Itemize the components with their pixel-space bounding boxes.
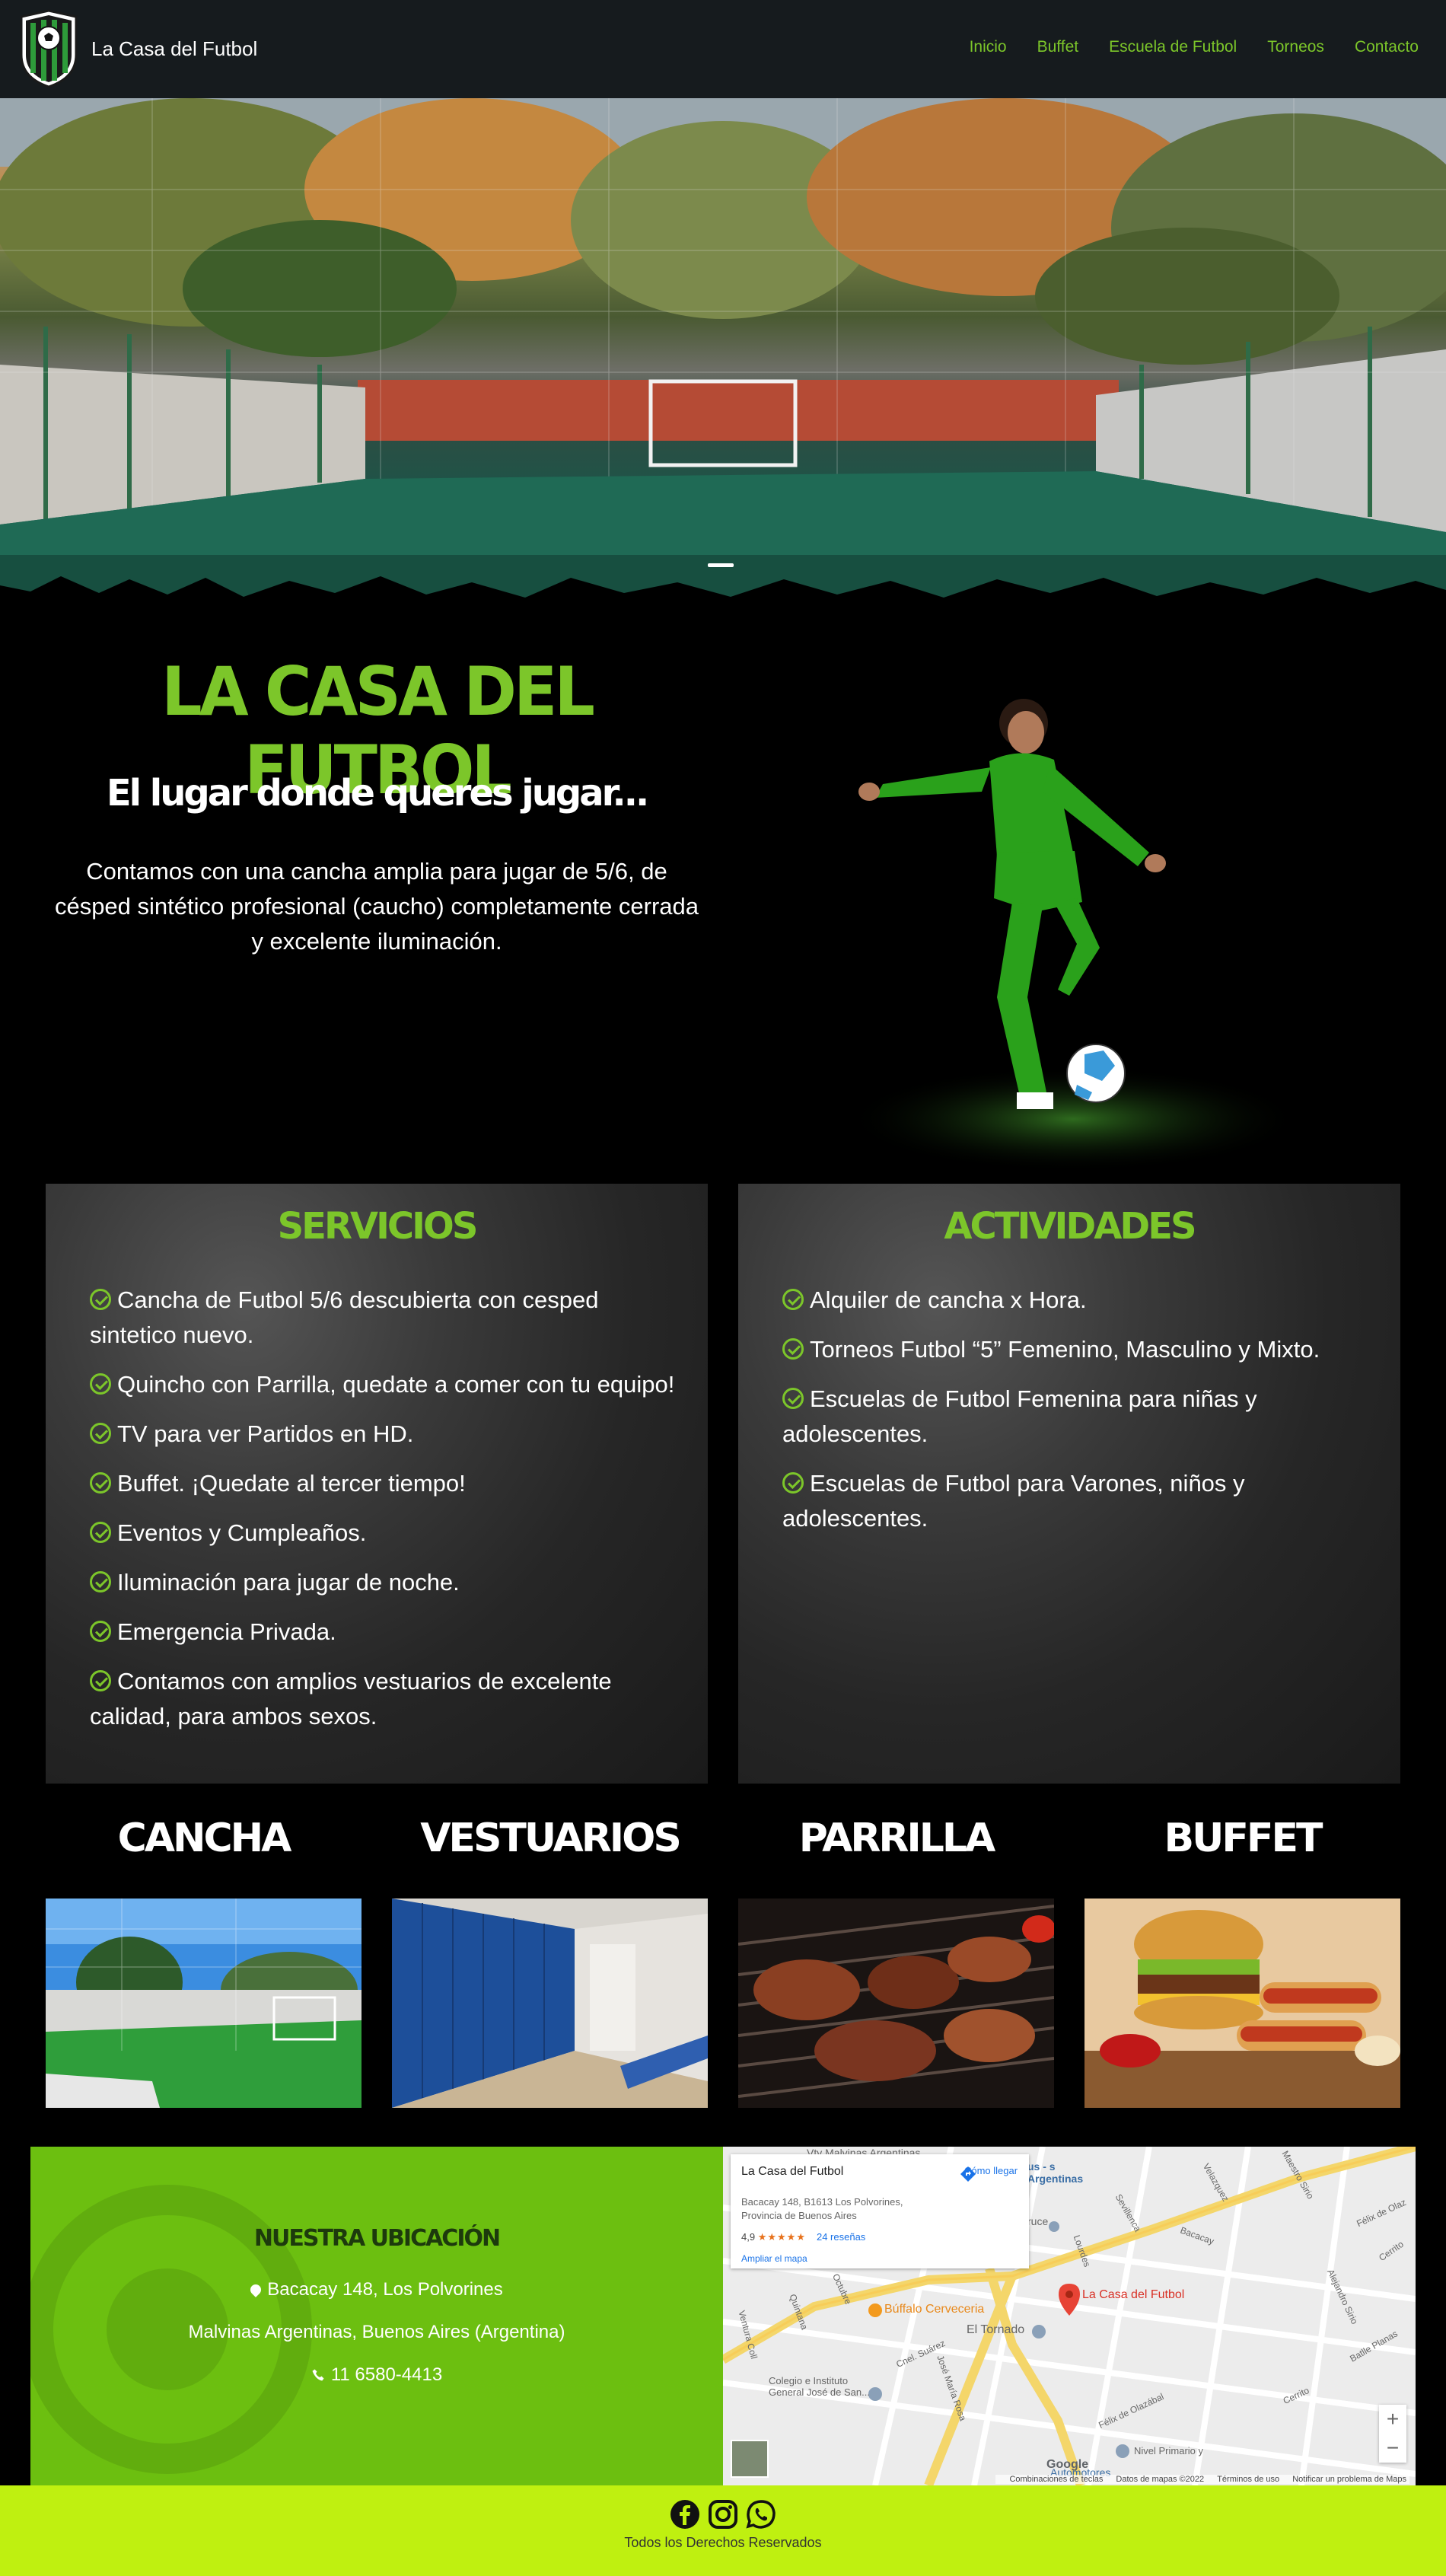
directions-button[interactable]: Cómo llegar xyxy=(959,2165,1023,2182)
nav-contacto[interactable]: Contacto xyxy=(1355,38,1419,56)
list-item: Torneos Futbol “5” Femenino, Masculino y… xyxy=(782,1332,1378,1367)
map-place-card: La Casa del Futbol Bacacay 148, B1613 Lo… xyxy=(731,2154,1029,2268)
map-attribution: Combinaciones de teclas Datos de mapas ©… xyxy=(995,2475,1409,2484)
zoom-in-button[interactable]: + xyxy=(1379,2405,1406,2434)
map-pin-icon xyxy=(248,2282,264,2297)
brand-name: La Casa del Futbol xyxy=(91,37,258,60)
list-item: Iluminación para jugar de noche. xyxy=(90,1565,685,1600)
servicios-panel: SERVICIOS Cancha de Futbol 5/6 descubier… xyxy=(46,1184,708,1784)
list-item: Emergencia Privada. xyxy=(90,1615,685,1650)
check-circle-icon xyxy=(782,1289,804,1310)
location-section: NUESTRA UBICACIÓN Bacacay 148, Los Polvo… xyxy=(30,2147,723,2485)
map-rating: 4,9 ★★★★★ 24 reseñas xyxy=(741,2231,866,2243)
check-circle-icon xyxy=(90,1670,111,1691)
check-circle-icon xyxy=(782,1388,804,1409)
map-zoom-control: + − xyxy=(1379,2405,1406,2463)
nav-menu: Inicio Buffet Escuela de Futbol Torneos … xyxy=(939,0,1419,94)
check-circle-icon xyxy=(90,1522,111,1543)
check-circle-icon xyxy=(90,1472,111,1494)
list-item: TV para ver Partidos en HD. xyxy=(90,1417,685,1452)
map-marker-label[interactable]: La Casa del Futbol xyxy=(1082,2288,1184,2302)
map-label: us - s Argentinas xyxy=(1027,2160,1084,2185)
watermark-logo xyxy=(30,2185,312,2474)
nav-inicio[interactable]: Inicio xyxy=(970,38,1007,56)
keyboard-shortcuts-link[interactable]: Combinaciones de teclas xyxy=(1009,2475,1103,2484)
brand[interactable]: La Casa del Futbol xyxy=(18,9,257,88)
directions-icon xyxy=(960,2166,976,2182)
check-circle-icon xyxy=(90,1621,111,1642)
rating-stars-icon: ★★★★★ xyxy=(757,2231,806,2243)
parrilla-photo xyxy=(738,1899,1054,2108)
servicios-list: Cancha de Futbol 5/6 descubierta con ces… xyxy=(90,1283,685,1749)
map-place-address: Bacacay 148, B1613 Los Polvorines, Provi… xyxy=(741,2196,903,2221)
map-enlarge-link[interactable]: Ampliar el mapa xyxy=(741,2253,807,2264)
instagram-icon[interactable] xyxy=(708,2499,738,2530)
buffet-photo xyxy=(1084,1899,1400,2108)
intro-text: Contamos con una cancha amplia para juga… xyxy=(54,858,699,955)
list-item: Cancha de Futbol 5/6 descubierta con ces… xyxy=(90,1286,599,1348)
actividades-list: Alquiler de cancha x Hora. Torneos Futbo… xyxy=(782,1283,1378,1551)
check-circle-icon xyxy=(782,1472,804,1494)
actividades-title: ACTIVIDADES xyxy=(944,1205,1196,1248)
nav-escuela[interactable]: Escuela de Futbol xyxy=(1109,38,1237,56)
check-circle-icon xyxy=(90,1289,111,1310)
map-data-text: Datos de mapas ©2022 xyxy=(1116,2475,1205,2484)
actividades-panel: ACTIVIDADES Alquiler de cancha x Hora. T… xyxy=(738,1184,1400,1784)
map-place-name: La Casa del Futbol xyxy=(741,2165,844,2178)
check-circle-icon xyxy=(782,1338,804,1360)
club-crest-logo xyxy=(20,9,78,88)
vestuarios-photo xyxy=(392,1899,708,2108)
list-item: Alquiler de cancha x Hora. xyxy=(782,1283,1378,1318)
social-icons xyxy=(0,2499,1446,2530)
map-label: Nivel Primario y xyxy=(1134,2445,1204,2456)
check-circle-icon xyxy=(90,1423,111,1444)
google-logo: Google xyxy=(1046,2458,1089,2471)
gallery-title-buffet: BUFFET xyxy=(1164,1816,1323,1861)
map-label: Búffalo Cerveceria xyxy=(884,2303,985,2316)
gallery-title-vestuarios: VESTUARIOS xyxy=(420,1816,682,1861)
map-label: El Tornado xyxy=(967,2323,1025,2336)
list-item: Contamos con amplios vestuarios de excel… xyxy=(90,1668,612,1730)
whatsapp-icon[interactable] xyxy=(746,2499,776,2530)
map-satellite-toggle[interactable] xyxy=(731,2440,769,2478)
footer: Todos los Derechos Reservados xyxy=(0,2485,1446,2576)
location-region: Malvinas Argentinas, Buenos Aires (Argen… xyxy=(188,2322,565,2342)
location-phone[interactable]: 11 6580-4413 xyxy=(30,2364,723,2386)
list-item: Quincho con Parrilla, quedate a comer co… xyxy=(90,1367,685,1402)
nav-torneos[interactable]: Torneos xyxy=(1267,38,1324,56)
servicios-title: SERVICIOS xyxy=(277,1205,479,1248)
phone-icon xyxy=(312,2369,324,2381)
zoom-out-button[interactable]: − xyxy=(1379,2434,1406,2463)
location-address: Bacacay 148, Los Polvorines xyxy=(30,2279,723,2300)
hero-field-image xyxy=(0,98,1446,620)
map-label: ruce xyxy=(1027,2215,1049,2227)
cancha-photo xyxy=(46,1899,362,2108)
navbar: La Casa del Futbol Inicio Buffet Escuela… xyxy=(0,0,1446,98)
gallery-title-parrilla: PARRILLA xyxy=(798,1816,996,1861)
soccer-player-image xyxy=(845,699,1301,1172)
nav-buffet[interactable]: Buffet xyxy=(1037,38,1079,56)
carousel-indicator[interactable] xyxy=(708,563,734,567)
facebook-icon[interactable] xyxy=(670,2499,700,2530)
list-item: Escuelas de Futbol Femenina para niñas y… xyxy=(782,1385,1257,1447)
list-item: Eventos y Cumpleaños. xyxy=(90,1516,685,1551)
report-problem-link[interactable]: Notificar un problema de Maps xyxy=(1292,2475,1406,2484)
hero-banner xyxy=(0,98,1446,620)
check-circle-icon xyxy=(90,1373,111,1395)
footer-copyright: Todos los Derechos Reservados xyxy=(624,2535,822,2550)
gallery-title-cancha: CANCHA xyxy=(117,1816,292,1861)
list-item: Buffet. ¡Quedate al tercer tiempo! xyxy=(90,1466,685,1501)
google-map[interactable]: Vtv Malvinas Argentinas us - s Argentina… xyxy=(723,2147,1416,2485)
list-item: Escuelas de Futbol para Varones, niños y… xyxy=(782,1470,1245,1532)
map-label: Colegio e Instituto General José de San.… xyxy=(769,2375,870,2398)
location-title: NUESTRA UBICACIÓN xyxy=(253,2225,501,2252)
check-circle-icon xyxy=(90,1571,111,1592)
intro-subtitle: El lugar donde queres jugar... xyxy=(106,772,649,815)
terms-link[interactable]: Términos de uso xyxy=(1217,2475,1279,2484)
map-reviews-link[interactable]: 24 reseñas xyxy=(817,2231,865,2243)
